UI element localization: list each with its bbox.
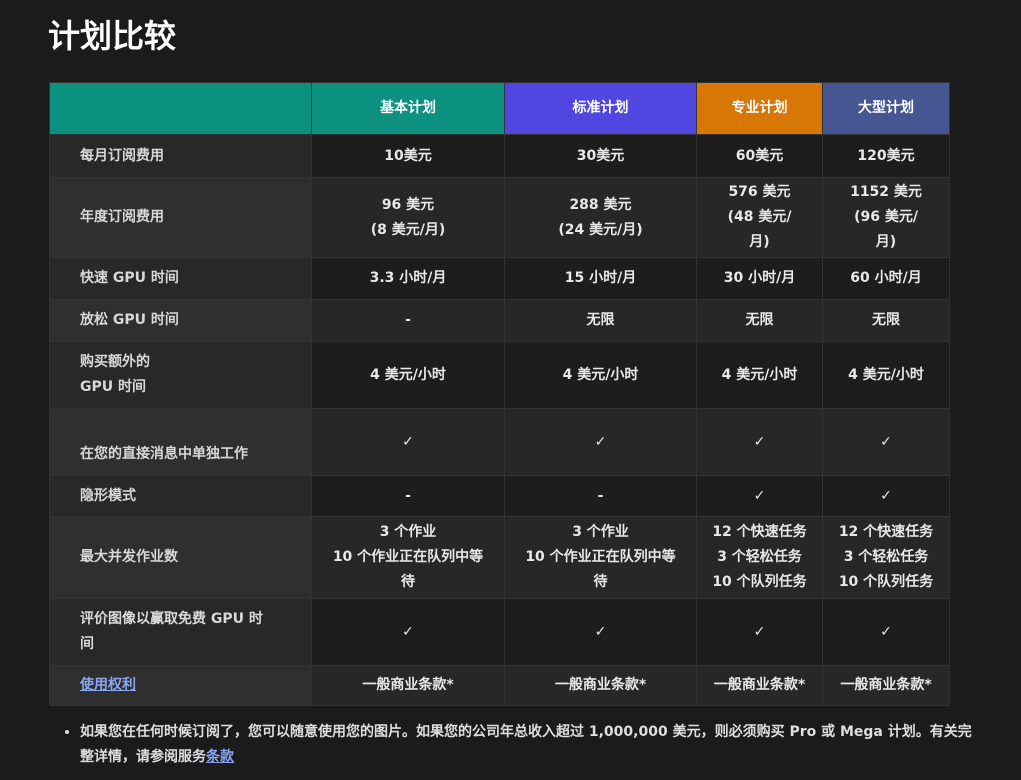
table-cell: 一般商业条款* (822, 665, 950, 706)
table-cell: 无限 (504, 299, 697, 342)
table-cell: 576 美元 (48 美元/月) (696, 177, 823, 258)
table-row-rate-images: 评价图像以赢取免费 GPU 时间 ✓ ✓ ✓ ✓ (49, 598, 950, 666)
table-cell: 4 美元/小时 (311, 341, 505, 409)
table-row-stealth-mode: 隐形模式 - - ✓ ✓ (49, 475, 950, 517)
plan-header-standard: 标准计划 (504, 82, 697, 135)
row-label: 使用权利 (49, 665, 312, 706)
table-cell: 3 个作业 10 个作业正在队列中等待 (311, 516, 505, 599)
table-row-fast-gpu-time: 快速 GPU 时间 3.3 小时/月 15 小时/月 30 小时/月 60 小时… (49, 257, 950, 300)
table-row-private-dm: 在您的直接消息中单独工作 ✓ ✓ ✓ ✓ (49, 408, 950, 476)
table-cell: 60 小时/月 (822, 257, 950, 300)
table-cell: 30美元 (504, 134, 697, 178)
table-cell: - (311, 299, 505, 342)
check-icon: ✓ (822, 408, 950, 476)
table-cell: 60美元 (696, 134, 823, 178)
page-title: 计划比较 (48, 17, 177, 55)
table-cell: 30 小时/月 (696, 257, 823, 300)
table-cell: 10美元 (311, 134, 505, 178)
check-icon: ✓ (311, 408, 505, 476)
check-icon: ✓ (504, 598, 697, 666)
table-row-monthly-fee: 每月订阅费用 10美元 30美元 60美元 120美元 (49, 134, 950, 178)
check-icon: ✓ (696, 475, 823, 517)
row-label: 评价图像以赢取免费 GPU 时间 (49, 598, 312, 666)
row-label: 年度订阅费用 (49, 177, 312, 258)
table-cell: 4 美元/小时 (504, 341, 697, 409)
check-icon: ✓ (311, 598, 505, 666)
table-cell: 4 美元/小时 (696, 341, 823, 409)
row-label: 放松 GPU 时间 (49, 299, 312, 342)
table-cell: 4 美元/小时 (822, 341, 950, 409)
table-cell: 一般商业条款* (696, 665, 823, 706)
table-row-annual-fee: 年度订阅费用 96 美元 (8 美元/月) 288 美元 (24 美元/月) 576… (49, 177, 950, 258)
row-label: 每月订阅费用 (49, 134, 312, 178)
table-row-relax-gpu-time: 放松 GPU 时间 - 无限 无限 无限 (49, 299, 950, 342)
table-row-usage-rights: 使用权利 一般商业条款* 一般商业条款* 一般商业条款* 一般商业条款* (49, 665, 950, 706)
terms-link[interactable]: 条款 (206, 749, 234, 765)
usage-rights-link[interactable]: 使用权利 (80, 677, 136, 693)
check-icon: ✓ (504, 408, 697, 476)
table-cell: 15 小时/月 (504, 257, 697, 300)
check-icon: ✓ (822, 598, 950, 666)
table-cell: 12 个快速任务 3 个轻松任务 10 个队列任务 (696, 516, 823, 599)
table-cell: 96 美元 (8 美元/月) (311, 177, 505, 258)
check-icon: ✓ (696, 598, 823, 666)
table-cell: 120美元 (822, 134, 950, 178)
row-label: 在您的直接消息中单独工作 (49, 408, 312, 476)
row-label: 最大并发作业数 (49, 516, 312, 599)
plan-header-mega: 大型计划 (822, 82, 950, 135)
note-item: 如果您在任何时候订阅了，您可以随意使用您的图片。如果您的公司年总收入超过 1,0… (80, 720, 980, 770)
plan-header-basic: 基本计划 (311, 82, 505, 135)
table-cell: 12 个快速任务 3 个轻松任务 10 个队列任务 (822, 516, 950, 599)
row-label: 购买额外的 GPU 时间 (49, 341, 312, 409)
table-cell: 一般商业条款* (504, 665, 697, 706)
row-label: 隐形模式 (49, 475, 312, 517)
table-cell: 288 美元 (24 美元/月) (504, 177, 697, 258)
table-cell: 3 个作业 10 个作业正在队列中等待 (504, 516, 697, 599)
table-cell: 无限 (822, 299, 950, 342)
table-cell: 一般商业条款* (311, 665, 505, 706)
table-cell: 1152 美元 (96 美元/月) (822, 177, 950, 258)
check-icon: ✓ (696, 408, 823, 476)
table-header-row: 基本计划 标准计划 专业计划 大型计划 (49, 82, 950, 135)
table-row-max-concurrent-jobs: 最大并发作业数 3 个作业 10 个作业正在队列中等待 3 个作业 10 个作业正在… (49, 516, 950, 599)
check-icon: ✓ (822, 475, 950, 517)
table-cell: - (504, 475, 697, 517)
row-label: 快速 GPU 时间 (49, 257, 312, 300)
plan-header-pro: 专业计划 (696, 82, 823, 135)
table-cell: 无限 (696, 299, 823, 342)
table-cell: - (311, 475, 505, 517)
plan-comparison-table: 基本计划 标准计划 专业计划 大型计划 每月订阅费用 10美元 30美元 60美… (49, 82, 950, 706)
header-blank-cell (49, 82, 312, 135)
table-row-extra-gpu-time: 购买额外的 GPU 时间 4 美元/小时 4 美元/小时 4 美元/小时 4 美元… (49, 341, 950, 409)
table-cell: 3.3 小时/月 (311, 257, 505, 300)
notes-list: 如果您在任何时候订阅了，您可以随意使用您的图片。如果您的公司年总收入超过 1,0… (60, 720, 980, 770)
